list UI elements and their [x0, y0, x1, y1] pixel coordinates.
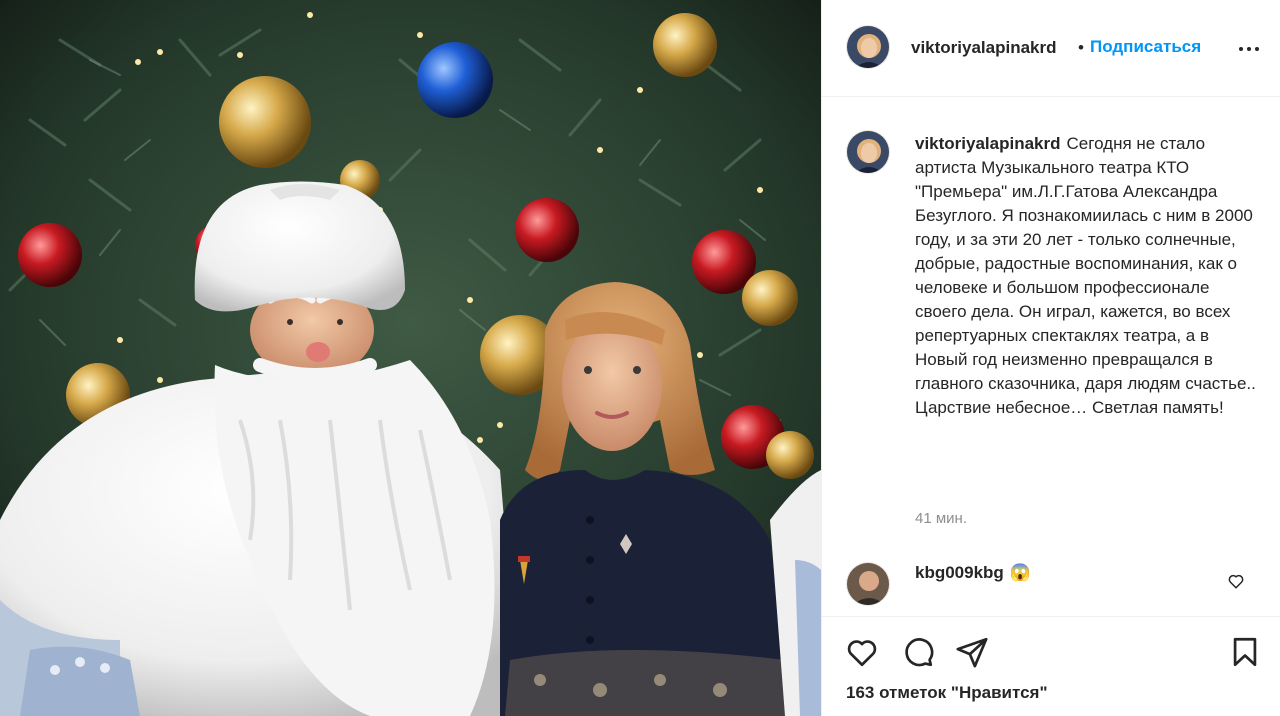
post-caption: viktoriyalapinakrd Сегодня не стало артис…	[915, 132, 1260, 420]
author-username[interactable]: viktoriyalapinakrd	[911, 38, 1057, 58]
share-icon	[956, 637, 988, 668]
post-side-panel: viktoriyalapinakrd • Подписаться viktori…	[821, 0, 1280, 716]
comment-icon	[905, 638, 934, 667]
author-avatar[interactable]	[846, 25, 890, 69]
more-icon	[1239, 47, 1243, 51]
separator-dot: •	[1078, 38, 1084, 57]
share-button[interactable]	[954, 635, 990, 674]
caption-author-avatar[interactable]	[846, 130, 890, 174]
like-button[interactable]	[844, 635, 880, 674]
heart-icon	[847, 640, 877, 667]
comment-item: kbg009kbg 😱	[915, 563, 1031, 583]
more-icon-dot	[1247, 47, 1251, 51]
post-photo[interactable]	[0, 0, 821, 716]
bookmark-icon	[1233, 637, 1257, 667]
comment-username[interactable]: kbg009kbg	[915, 563, 1004, 582]
more-icon-dot	[1255, 47, 1259, 51]
commenter-avatar[interactable]	[846, 562, 890, 606]
heart-icon	[1228, 574, 1244, 589]
more-options-button[interactable]	[1238, 38, 1260, 58]
save-button[interactable]	[1228, 635, 1262, 674]
post-timestamp[interactable]: 41 мин.	[915, 510, 967, 527]
follow-button[interactable]: Подписаться	[1090, 37, 1201, 57]
caption-text: Сегодня не стало артиста Музыкального те…	[915, 134, 1256, 417]
likes-count[interactable]: 163 отметок "Нравится"	[846, 683, 1048, 703]
post-header: viktoriyalapinakrd • Подписаться	[822, 0, 1280, 97]
caption-username[interactable]: viktoriyalapinakrd	[915, 134, 1061, 153]
comment-like-button[interactable]	[1227, 572, 1245, 595]
comment-button[interactable]	[900, 635, 936, 674]
comment-text: 😱	[1009, 563, 1031, 582]
post-actions-bar: 163 отметок "Нравится"	[822, 616, 1280, 716]
